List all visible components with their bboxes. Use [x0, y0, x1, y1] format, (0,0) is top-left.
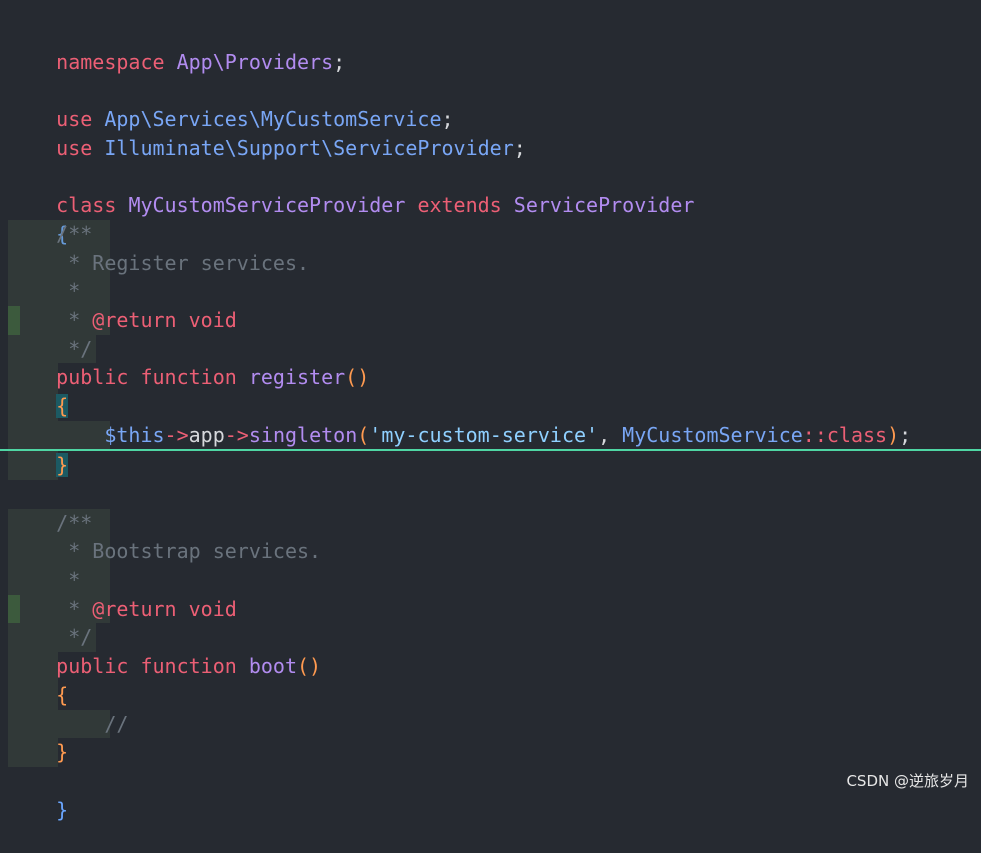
code-editor[interactable]: namespace App\Providers; use App\Service…	[0, 19, 981, 822]
code-line: /**	[0, 219, 981, 249]
matched-brace: }	[56, 453, 69, 478]
code-line: use App\Services\MyCustomService;	[0, 76, 981, 131]
brace: }	[56, 797, 69, 822]
code-line: class MyCustomServiceProvider extends Se…	[0, 162, 981, 217]
parens: ()	[297, 654, 322, 679]
keyword: function	[140, 365, 237, 390]
doc-comment: *	[56, 279, 81, 304]
method-name: register	[248, 365, 346, 390]
code-line: public function register()	[0, 363, 981, 392]
code-line: */	[0, 623, 981, 653]
active-line[interactable]: $this->app->singleton('my-custom-service…	[0, 420, 981, 452]
doc-comment: */	[56, 625, 93, 650]
paren: )	[887, 422, 900, 447]
line-comment: //	[104, 711, 129, 736]
matched-brace: {	[56, 393, 69, 418]
brace: }	[56, 740, 69, 765]
string-literal: 'my-custom-service'	[369, 422, 599, 447]
code-line: public function boot()	[0, 652, 981, 681]
keyword: function	[140, 654, 237, 679]
keyword: public	[56, 654, 129, 679]
method-name: boot	[248, 654, 298, 679]
code-line: * @return void	[0, 594, 981, 624]
code-line: }	[0, 767, 981, 822]
watermark: CSDN @逆旅岁月	[846, 772, 969, 790]
doc-comment: /**	[56, 221, 93, 246]
code-line: /**	[0, 508, 981, 538]
parens: ()	[345, 365, 370, 390]
method-call: singleton	[248, 422, 358, 447]
code-line: *	[0, 566, 981, 595]
code-line: use Illuminate\Support\ServiceProvider;	[0, 105, 981, 160]
doc-comment: * Register services.	[56, 250, 310, 275]
code-line: * Register services.	[0, 248, 981, 278]
keyword: class	[826, 422, 888, 447]
doc-comment: /**	[56, 510, 93, 535]
doc-tag: @return	[92, 596, 177, 621]
doc-comment: *	[56, 307, 93, 332]
code-line: namespace App\Providers;	[0, 19, 981, 74]
operator: ->	[224, 422, 249, 447]
code-line: //	[0, 709, 981, 739]
code-line: }	[0, 738, 981, 767]
punctuation: ,	[598, 422, 623, 447]
code-line: */	[0, 334, 981, 364]
doc-type: void	[176, 596, 237, 621]
operator: ::	[802, 422, 827, 447]
code-line: }	[0, 451, 981, 480]
property: app	[188, 422, 225, 447]
code-line: {	[0, 191, 981, 246]
doc-comment: */	[56, 336, 93, 361]
doc-comment: *	[56, 596, 93, 621]
operator: ->	[164, 422, 189, 447]
punctuation: ;	[899, 422, 912, 447]
class-ref: MyCustomService	[622, 422, 803, 447]
paren: (	[357, 422, 370, 447]
keyword: public	[56, 365, 129, 390]
code-line: {	[0, 680, 981, 710]
variable: $this	[104, 422, 165, 447]
brace: {	[56, 682, 69, 707]
doc-comment: *	[56, 568, 81, 593]
code-line: {	[0, 391, 981, 421]
code-line: *	[0, 277, 981, 306]
code-line: * Bootstrap services.	[0, 537, 981, 567]
code-line: * @return void	[0, 305, 981, 335]
doc-comment: * Bootstrap services.	[56, 539, 322, 564]
doc-tag: @return	[92, 307, 177, 332]
doc-type: void	[176, 307, 237, 332]
